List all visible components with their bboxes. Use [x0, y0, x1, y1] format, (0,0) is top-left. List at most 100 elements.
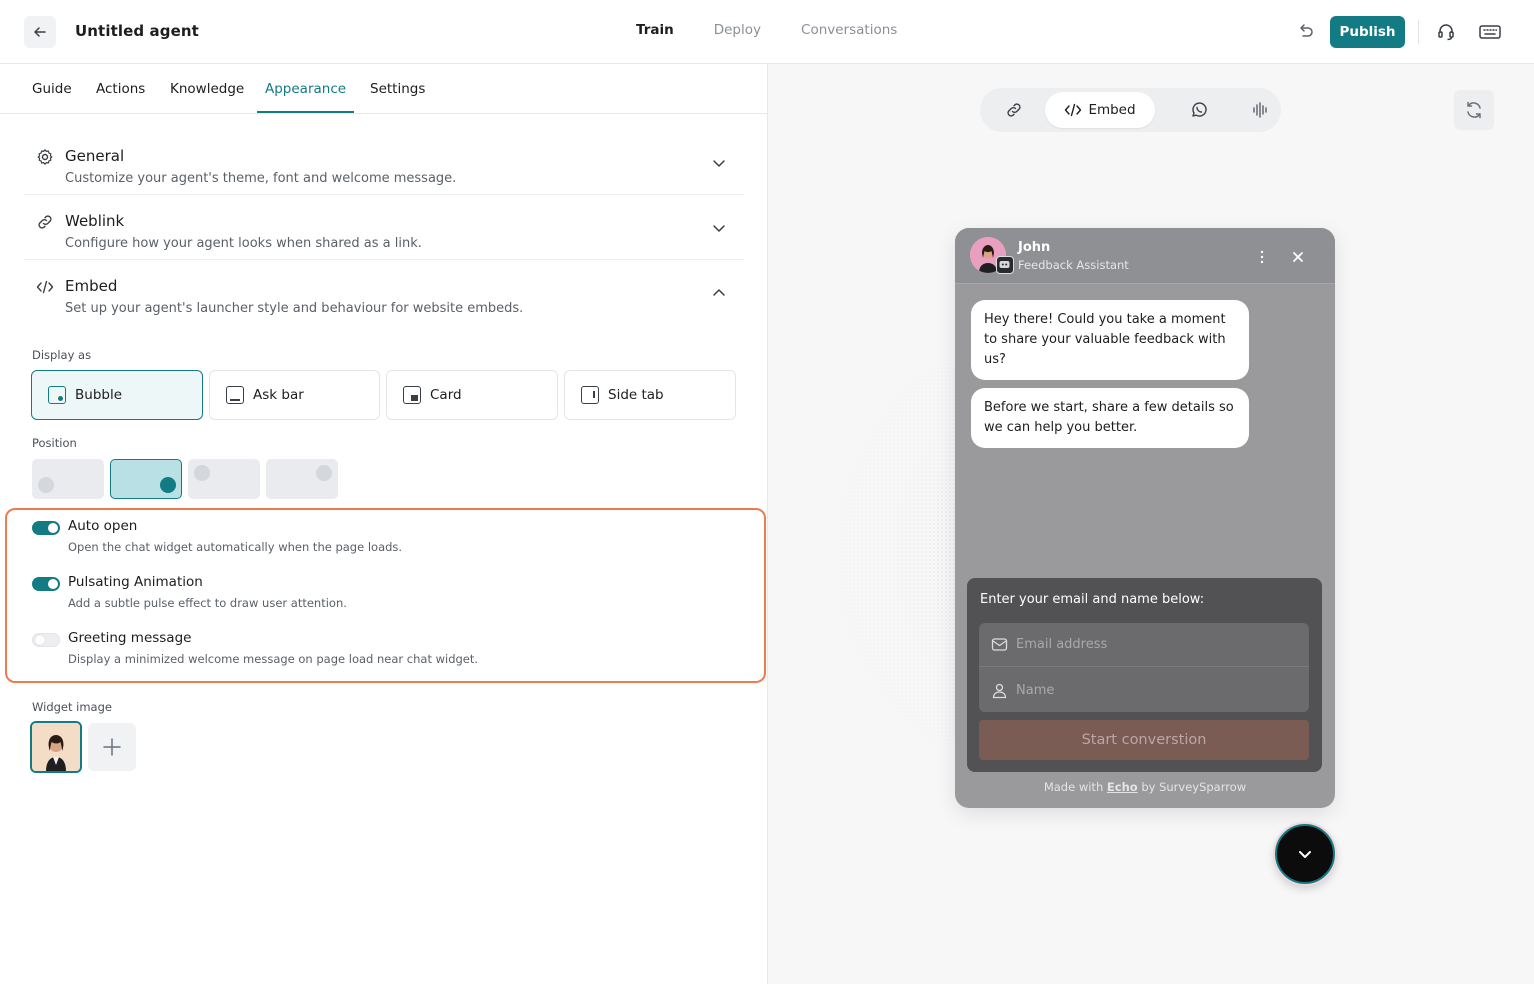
code-icon: [36, 280, 54, 294]
subtab-settings[interactable]: Settings: [370, 81, 425, 97]
toggle-title: Greeting message: [68, 630, 192, 646]
channel-embed[interactable]: Embed: [1045, 92, 1155, 128]
user-icon: [992, 683, 1007, 698]
support-button[interactable]: [1436, 22, 1456, 42]
position-dot: [38, 477, 54, 493]
chat-menu-button[interactable]: [1252, 247, 1272, 267]
ask-bar-icon: [226, 386, 244, 404]
chat-message: Before we start, share a few details so …: [971, 388, 1249, 448]
channel-link[interactable]: [996, 92, 1032, 128]
chevron-down-icon[interactable]: [712, 156, 726, 170]
section-title: General: [65, 147, 125, 165]
greeting-message-toggle[interactable]: [32, 633, 60, 647]
name-field[interactable]: Name: [979, 668, 1309, 712]
refresh-icon: [1467, 101, 1481, 119]
bot-icon: [996, 256, 1014, 274]
section-title: Embed: [65, 277, 118, 295]
mail-icon: [991, 638, 1008, 651]
keyboard-icon: [1479, 25, 1501, 39]
channel-whatsapp[interactable]: [1181, 92, 1217, 128]
more-vertical-icon: [1260, 250, 1264, 264]
widget-image-thumbnail[interactable]: [30, 721, 82, 773]
section-description: Customize your agent's theme, font and w…: [65, 171, 457, 186]
channel-embed-label: Embed: [1088, 102, 1136, 118]
toggle-title: Auto open: [68, 518, 138, 534]
chevron-down-icon[interactable]: [712, 221, 726, 235]
section-embed[interactable]: Embed Set up your agent's launcher style…: [24, 260, 744, 325]
position-dot: [194, 465, 210, 481]
channel-voice[interactable]: [1242, 92, 1278, 128]
email-placeholder: Email address: [1016, 637, 1108, 652]
pulsating-animation-toggle[interactable]: [32, 577, 60, 591]
channel-switcher: Embed: [980, 88, 1281, 132]
display-option-label: Bubble: [75, 387, 123, 403]
section-general[interactable]: General Customize your agent's theme, fo…: [24, 130, 744, 195]
start-conversation-button[interactable]: Start converstion: [979, 720, 1309, 760]
tab-train[interactable]: Train: [636, 22, 674, 38]
chat-header: John Feedback Assistant: [955, 228, 1335, 284]
divider: [1418, 20, 1419, 44]
form-inputs: Email address Name: [979, 623, 1309, 712]
section-weblink[interactable]: Weblink Configure how your agent looks w…: [24, 195, 744, 260]
subtab-actions[interactable]: Actions: [96, 81, 145, 97]
footer-suffix: by SurveySparrow: [1141, 780, 1247, 794]
back-button[interactable]: [24, 16, 56, 48]
toggle-description: Display a minimized welcome message on p…: [68, 652, 479, 666]
chat-close-button[interactable]: [1288, 247, 1308, 267]
toggle-title: Pulsating Animation: [68, 574, 203, 590]
position-top-right[interactable]: [266, 459, 338, 499]
link-icon: [1007, 103, 1021, 117]
keyboard-shortcuts-button[interactable]: [1478, 22, 1502, 42]
publish-button[interactable]: Publish: [1330, 16, 1405, 48]
subtab-knowledge[interactable]: Knowledge: [170, 81, 244, 97]
plus-icon: [103, 738, 121, 756]
close-icon: [1293, 252, 1303, 262]
top-tabs: Train Deploy Conversations: [636, 22, 897, 38]
refresh-preview-button[interactable]: [1454, 90, 1494, 130]
form-title: Enter your email and name below:: [980, 592, 1205, 607]
add-image-button[interactable]: [88, 723, 136, 771]
footer-brand-link[interactable]: Echo: [1107, 780, 1138, 794]
chat-widget-preview: John Feedback Assistant Hey there! Could…: [955, 228, 1335, 808]
display-option-label: Ask bar: [253, 387, 304, 403]
bubble-icon: [48, 386, 66, 404]
footer-prefix: Made with: [1043, 780, 1104, 794]
display-option-bubble[interactable]: Bubble: [31, 370, 203, 420]
person-avatar-image: [32, 723, 80, 771]
toggle-description: Open the chat widget automatically when …: [68, 540, 403, 554]
gear-icon: [37, 149, 53, 165]
section-title: Weblink: [65, 212, 125, 230]
display-option-label: Side tab: [608, 387, 664, 403]
position-top-left[interactable]: [188, 459, 260, 499]
subtab-appearance[interactable]: Appearance: [265, 81, 346, 97]
position-dot: [316, 465, 332, 481]
chevron-up-icon[interactable]: [712, 286, 726, 300]
email-field[interactable]: Email address: [979, 623, 1309, 667]
tab-conversations[interactable]: Conversations: [801, 22, 897, 38]
section-description: Configure how your agent looks when shar…: [65, 236, 422, 251]
section-description: Set up your agent's launcher style and b…: [65, 301, 524, 316]
auto-open-toggle[interactable]: [32, 521, 60, 535]
position-label: Position: [32, 436, 77, 450]
position-bottom-left[interactable]: [32, 459, 104, 499]
side-tab-icon: [581, 386, 599, 404]
preview-panel: Embed John Feedback Assistant Hey there!…: [768, 64, 1534, 984]
display-option-ask-bar[interactable]: Ask bar: [209, 370, 380, 420]
undo-button[interactable]: [1296, 22, 1316, 42]
display-option-card[interactable]: Card: [386, 370, 558, 420]
agent-title[interactable]: Untitled agent: [75, 22, 199, 40]
top-bar: Untitled agent Train Deploy Conversation…: [0, 0, 1534, 64]
position-dot: [160, 477, 176, 493]
subtab-guide[interactable]: Guide: [32, 81, 72, 97]
display-option-side-tab[interactable]: Side tab: [564, 370, 736, 420]
undo-icon: [1300, 24, 1313, 37]
chat-agent-name: John: [1018, 240, 1051, 255]
powered-by-footer: Made with Echo by SurveySparrow: [955, 780, 1335, 794]
lead-form: Enter your email and name below: Email a…: [967, 578, 1322, 772]
whatsapp-icon: [1192, 102, 1207, 117]
display-option-label: Card: [430, 387, 462, 403]
chat-launcher-button[interactable]: [1275, 824, 1335, 884]
toggle-description: Add a subtle pulse effect to draw user a…: [68, 596, 347, 610]
tab-deploy[interactable]: Deploy: [714, 22, 761, 38]
position-bottom-right[interactable]: [110, 459, 182, 499]
